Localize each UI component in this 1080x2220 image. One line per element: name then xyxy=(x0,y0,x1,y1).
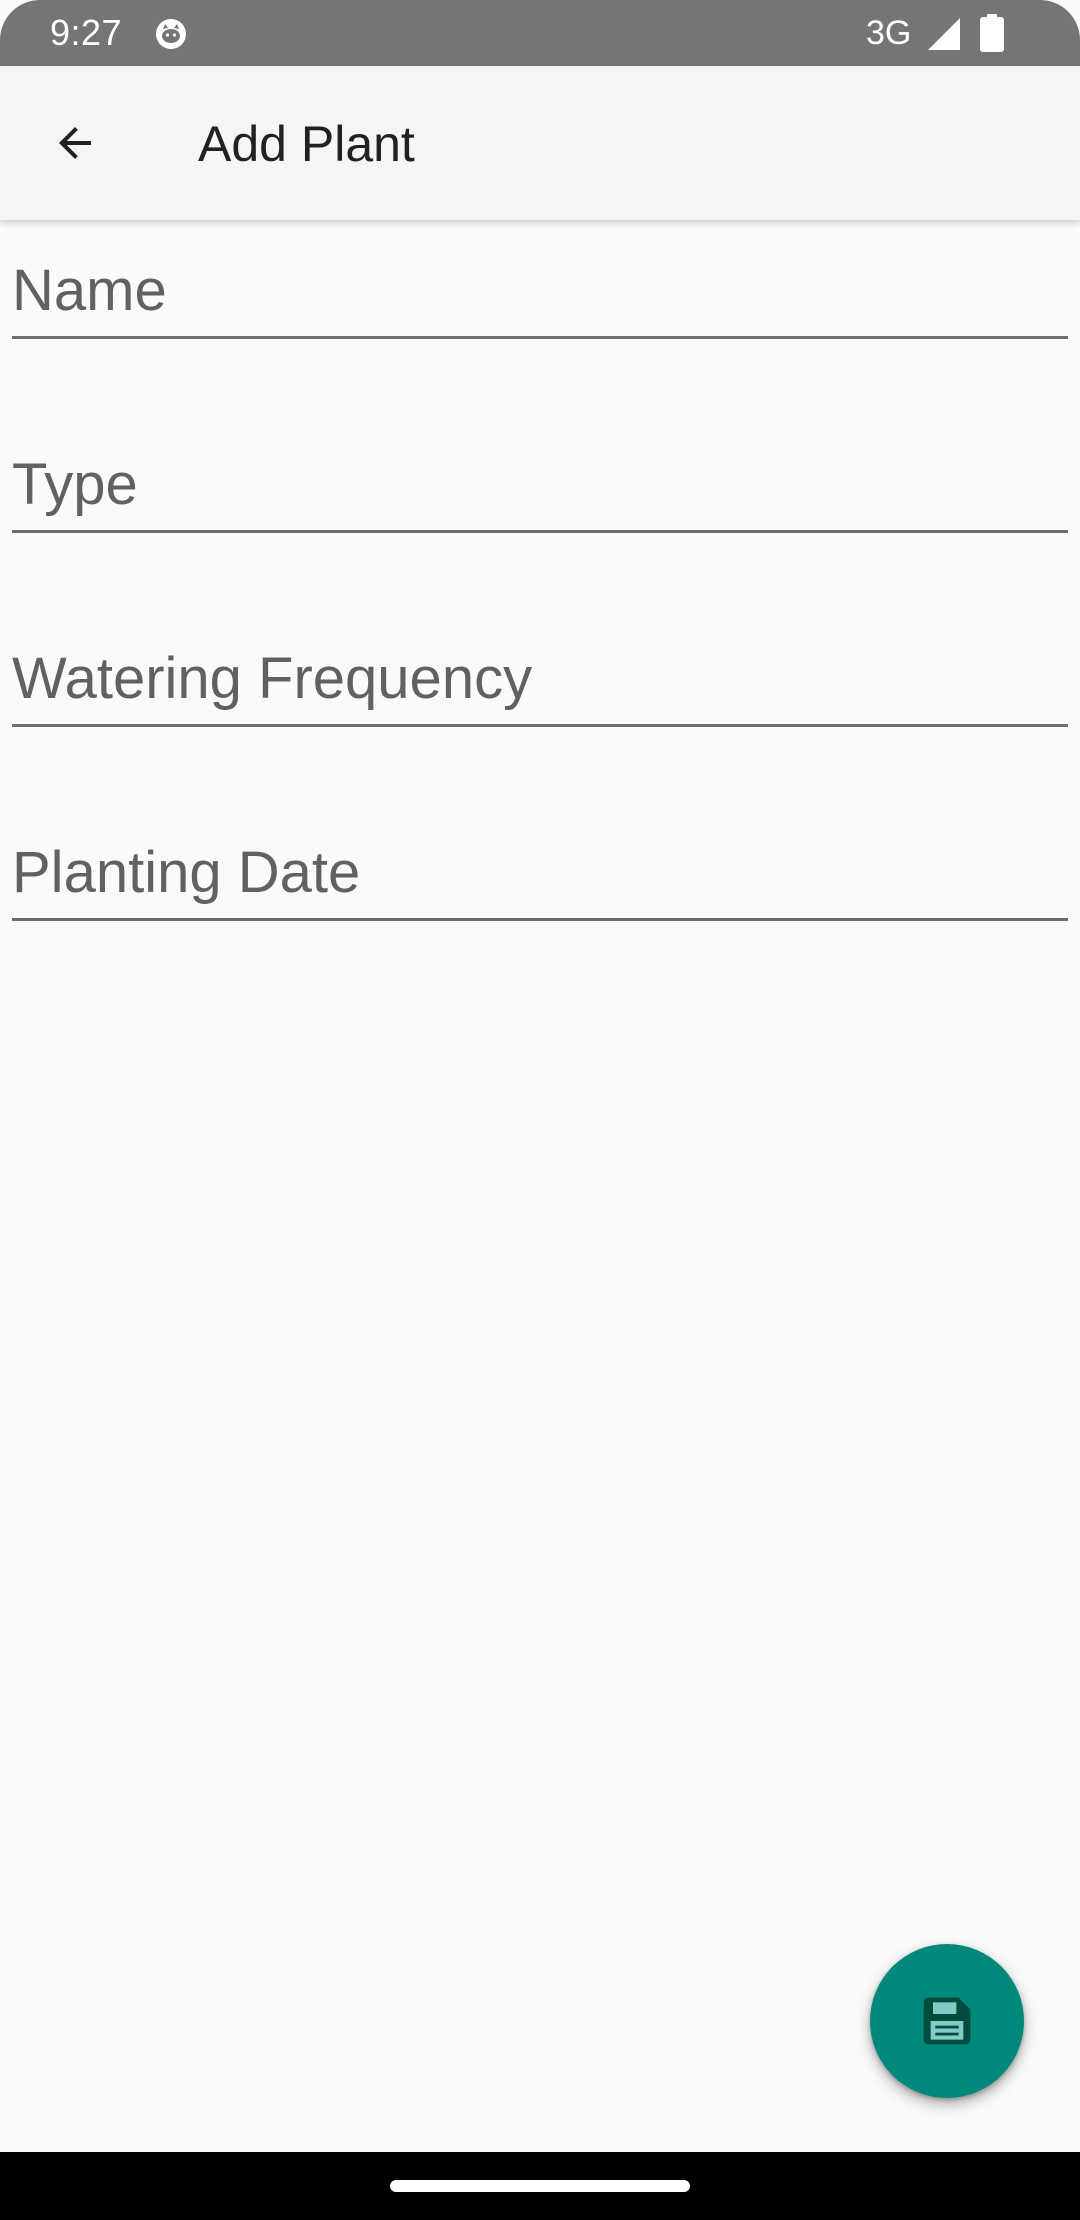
home-gesture-handle[interactable] xyxy=(390,2180,690,2192)
save-button[interactable] xyxy=(870,1944,1024,2098)
name-input[interactable] xyxy=(12,254,1068,326)
planting-date-input[interactable] xyxy=(12,836,1068,908)
watering-frequency-input[interactable] xyxy=(12,642,1068,714)
battery-icon xyxy=(980,14,1004,52)
add-plant-screen: 9:27 3G Add Plant xyxy=(0,0,1080,2220)
network-type: 3G xyxy=(866,14,912,52)
status-time: 9:27 xyxy=(50,12,123,53)
arrow-back-icon xyxy=(59,127,91,159)
signal-icon xyxy=(928,18,960,50)
type-field[interactable] xyxy=(12,420,1068,533)
watering-frequency-field[interactable] xyxy=(12,614,1068,727)
save-icon xyxy=(923,1997,971,2045)
name-field[interactable] xyxy=(12,226,1068,339)
app-bar: Add Plant xyxy=(0,66,1080,220)
navigation-bar xyxy=(0,2152,1080,2220)
status-bar: 9:27 3G xyxy=(0,0,1080,66)
type-input[interactable] xyxy=(12,448,1068,520)
cat-notification-icon xyxy=(156,19,186,49)
page-title: Add Plant xyxy=(198,116,415,172)
back-button[interactable] xyxy=(34,102,116,184)
planting-date-field[interactable] xyxy=(12,808,1068,921)
